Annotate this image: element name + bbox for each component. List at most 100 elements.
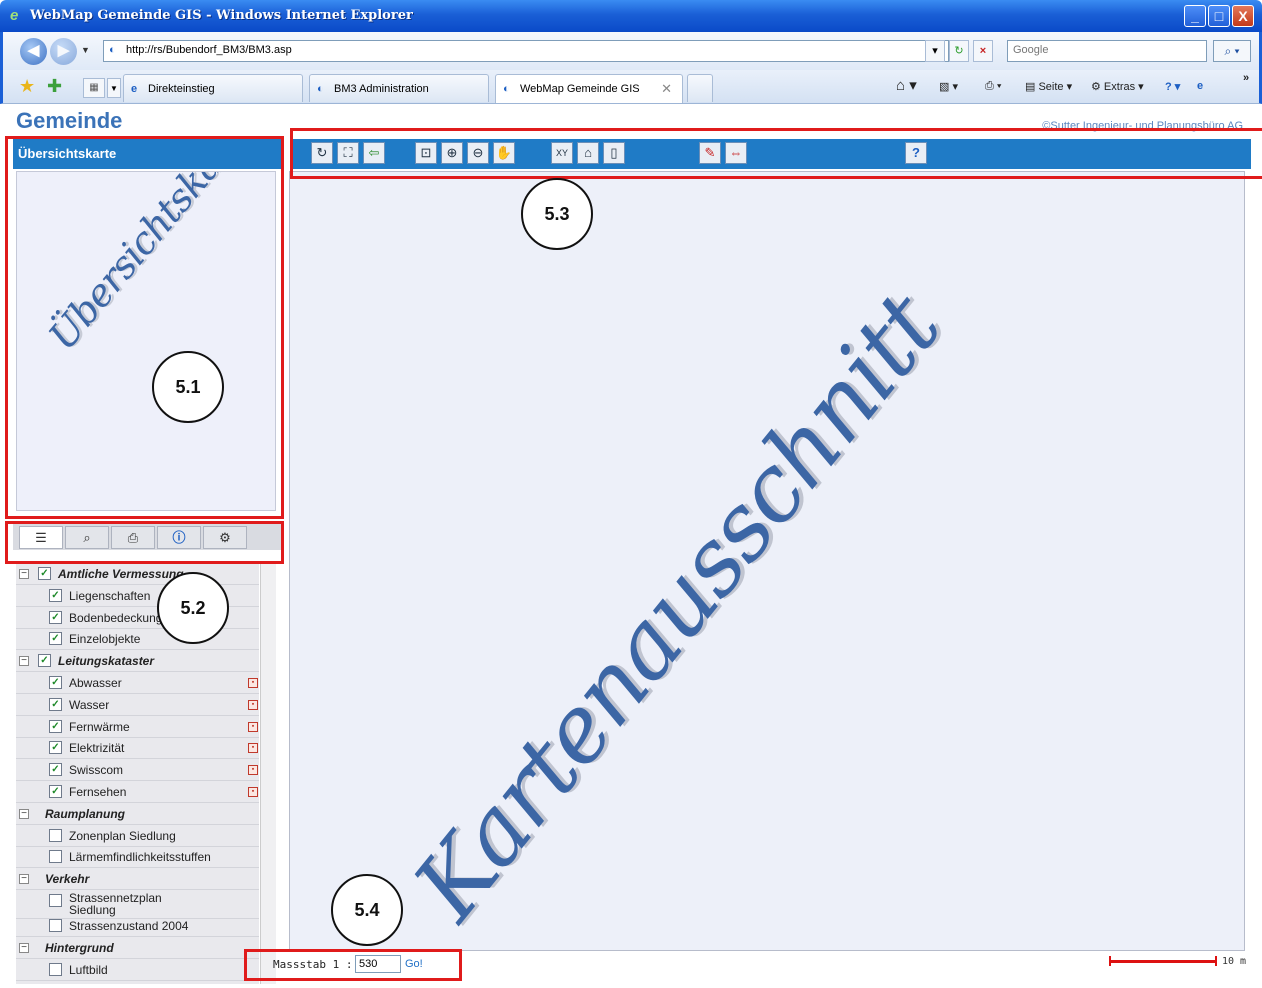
forward-button[interactable]: ▶ (50, 38, 77, 65)
layer-row[interactable]: Zonenplan Siedlung (16, 826, 259, 847)
annotation-label-overview: 5.1 (152, 351, 224, 423)
layer-checkbox[interactable]: ✓ (38, 567, 51, 580)
layer-row[interactable]: ✓ Swisscom ▪ (16, 760, 259, 782)
layer-label: Fernsehen (69, 785, 127, 799)
layer-group-row[interactable]: − Raumplanung (16, 804, 259, 825)
layer-label: Strassennetzplan Siedlung (69, 891, 162, 917)
layer-checkbox[interactable]: ✓ (49, 676, 62, 689)
layer-checkbox[interactable] (49, 962, 62, 976)
url-input[interactable]: http://rs/Bubendorf_BM3/BM3.asp (103, 40, 949, 62)
layer-label: Lärmemfindlichkeitsstuffen (69, 850, 211, 865)
layer-row[interactable]: ✓ Wasser ▪ (16, 695, 259, 716)
layer-label: Verkehr (45, 872, 90, 887)
close-button[interactable]: X (1232, 5, 1254, 27)
collapse-icon[interactable]: − (19, 656, 29, 667)
layer-group-row[interactable]: − ✓ Amtliche Vermessung (16, 564, 259, 585)
maximize-button[interactable]: □ (1208, 5, 1230, 27)
collapse-icon[interactable]: − (19, 874, 29, 885)
layer-legend-icon[interactable]: ▪ (248, 787, 258, 797)
layer-checkbox[interactable]: ✓ (49, 741, 62, 755)
layer-row[interactable]: Strassennetzplan Siedlung (16, 891, 259, 919)
layer-legend-icon[interactable]: ▪ (248, 699, 258, 710)
layer-row[interactable]: Strassenzustand 2004 (16, 916, 259, 937)
chevron-more-icon[interactable]: » (1243, 72, 1249, 84)
url-dropdown-button[interactable]: ▾ (925, 40, 945, 62)
layer-legend-icon[interactable]: ▪ (248, 721, 258, 732)
collapse-icon[interactable]: − (19, 942, 29, 953)
extras-menu[interactable]: ⚙ Extras ▾ (1091, 80, 1144, 93)
annotation-label-toolbar: 5.3 (521, 178, 593, 250)
layer-label: Raumplanung (45, 806, 125, 821)
layer-label: Wasser (69, 697, 110, 712)
page-menu[interactable]: ▤ Seite ▾ (1025, 80, 1072, 93)
tab-label: WebMap Gemeinde GIS (520, 83, 640, 95)
tab-bm3-administration[interactable]: ◐ BM3 Administration (309, 74, 489, 102)
help-menu-icon[interactable]: ? ▾ (1165, 80, 1180, 93)
layer-checkbox[interactable]: ✓ (49, 763, 62, 777)
annotation-label-panel: 5.2 (157, 572, 229, 644)
brand-title: Gemeinde (16, 108, 123, 133)
layer-legend-icon[interactable]: ▪ (248, 678, 258, 688)
site-favicon-icon: ◐ (317, 83, 324, 95)
layer-checkbox[interactable]: ✓ (49, 697, 62, 711)
layer-group-row[interactable]: − ✓ Leitungskataster (16, 651, 259, 673)
layer-label: Leitungskataster (58, 654, 155, 669)
layer-group-row[interactable]: − Hintergrund (16, 938, 259, 959)
address-toolbar: ◀ ▶ ▼ http://rs/Bubendorf_BM3/BM3.asp ◐ … (0, 32, 1262, 70)
layer-legend-icon[interactable]: ▪ (248, 743, 258, 754)
layer-checkbox[interactable] (49, 850, 62, 864)
print-icon[interactable]: ⎙ ▾ (985, 80, 1001, 93)
layer-row[interactable]: ✓ Einzelobjekte (16, 629, 259, 651)
layer-checkbox[interactable]: ✓ (49, 719, 62, 733)
new-tab-button[interactable] (687, 74, 713, 102)
tab-webmap-gemeinde-gis[interactable]: ◐ WebMap Gemeinde GIS ✕ (495, 74, 683, 103)
refresh-page-button[interactable]: ↻ (949, 40, 969, 62)
layer-row[interactable]: ✓ Abwasser ▪ (16, 673, 259, 694)
layer-row[interactable]: ✓ Fernwärme ▪ (16, 717, 259, 738)
layer-label: Einzelobjekte (69, 632, 141, 647)
search-input[interactable]: Google (1007, 40, 1207, 62)
feeds-icon[interactable]: ▧ ▾ (939, 80, 958, 93)
layer-label: Liegenschaften (69, 588, 151, 603)
ie-research-icon[interactable]: e (1197, 80, 1203, 92)
stop-button[interactable]: × (973, 40, 993, 62)
annotation-box-toolbar (290, 128, 1262, 179)
layer-row[interactable]: Lärmemfindlichkeitsstuffen (16, 847, 259, 869)
layer-row[interactable]: ✓ Fernsehen ▪ (16, 782, 259, 803)
layer-checkbox[interactable]: ✓ (49, 785, 62, 798)
layer-checkbox[interactable]: ✓ (38, 654, 51, 668)
layer-tree-scrollbar[interactable] (260, 564, 276, 984)
layer-row[interactable]: ✓ Elektrizität ▪ (16, 738, 259, 760)
collapse-icon[interactable]: − (19, 569, 29, 579)
layer-legend-icon[interactable]: ▪ (248, 765, 258, 776)
layer-group-row[interactable]: − Verkehr (16, 869, 259, 891)
layer-checkbox[interactable]: ✓ (49, 632, 62, 646)
home-icon[interactable]: ⌂ ▾ (896, 76, 917, 94)
favorites-star-icon[interactable]: ★ (19, 76, 35, 97)
layer-checkbox[interactable] (49, 828, 62, 842)
scale-bar (1109, 956, 1217, 966)
tab-direkteinstieg[interactable]: e Direkteinstieg (123, 74, 303, 102)
annotation-box-overview (5, 136, 284, 519)
collapse-icon[interactable]: − (19, 808, 29, 819)
layer-row[interactable]: Luftbild (16, 960, 259, 981)
search-button[interactable]: ⌕ ▾ (1213, 40, 1251, 62)
layer-label: Zonenplan Siedlung (69, 828, 176, 843)
layer-checkbox[interactable] (49, 919, 62, 932)
map-canvas[interactable]: Kartenausschnitt (289, 171, 1245, 951)
minimize-button[interactable]: _ (1184, 5, 1206, 27)
layer-label: Bodenbedeckung (69, 610, 163, 625)
history-dropdown-icon[interactable]: ▼ (81, 45, 90, 55)
layer-label: Amtliche Vermessung (58, 567, 184, 581)
close-tab-icon[interactable]: ✕ (661, 81, 672, 97)
back-button[interactable]: ◀ (20, 38, 47, 65)
quick-tabs-icon[interactable]: ▦ (83, 78, 105, 98)
tab-list-dropdown-icon[interactable]: ▼ (107, 78, 121, 98)
layer-checkbox[interactable]: ✓ (49, 610, 62, 624)
annotation-label-scale: 5.4 (331, 874, 403, 946)
add-favorite-icon[interactable]: ✚ (47, 76, 62, 97)
layer-checkbox[interactable] (49, 894, 62, 907)
window-title: WebMap Gemeinde GIS - Windows Internet E… (30, 8, 413, 23)
layer-checkbox[interactable]: ✓ (49, 588, 62, 602)
site-favicon-icon: ◐ (109, 44, 116, 56)
